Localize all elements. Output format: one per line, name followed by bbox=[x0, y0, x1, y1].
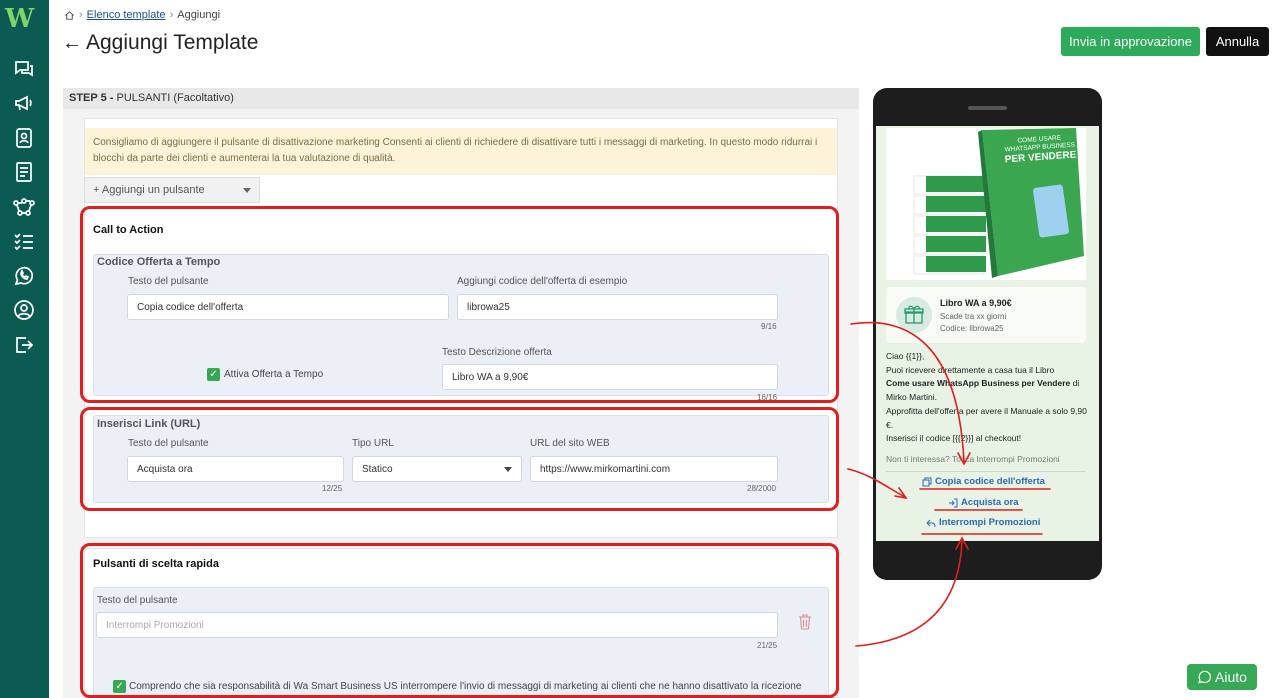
app-logo[interactable]: W bbox=[5, 6, 43, 32]
msg-line: Puoi ricevere direttamente a casa tua il… bbox=[886, 364, 1055, 375]
chat-icon[interactable] bbox=[12, 57, 36, 81]
flow-icon[interactable] bbox=[12, 195, 36, 219]
breadcrumb-separator: › bbox=[169, 9, 174, 21]
megaphone-icon[interactable] bbox=[12, 91, 36, 115]
page-title-text: Aggiungi Template bbox=[86, 31, 259, 54]
add-button-dropdown[interactable]: + Aggiungi un pulsante bbox=[84, 177, 260, 203]
step-header: STEP 5 - PULSANTI (Facoltativo) bbox=[63, 88, 859, 109]
msg-line: di bbox=[1070, 378, 1080, 389]
step-name: PULSANTI (Facoltativo) bbox=[116, 92, 234, 104]
help-button[interactable]: Aiuto bbox=[1187, 664, 1257, 690]
sidebar: W bbox=[0, 0, 49, 698]
msg-optout: Non ti interessa? Tocca Interrompi Promo… bbox=[886, 453, 1060, 464]
msg-line: Ciao {{1}}, bbox=[886, 351, 925, 361]
offer-expiry: Scade tra xx giorni bbox=[940, 312, 1007, 321]
submit-approval-button[interactable]: Invia in approvazione bbox=[1061, 27, 1200, 56]
external-link-icon bbox=[949, 498, 958, 507]
breadcrumb-current: Aggiungi bbox=[177, 9, 221, 21]
cancel-button[interactable]: Annulla bbox=[1206, 27, 1269, 56]
preview-copy-code-button[interactable]: Copia codice dell'offerta bbox=[922, 476, 1045, 487]
preview-buy-now-button[interactable]: Acquista ora bbox=[948, 497, 1019, 508]
breadcrumb-parent[interactable]: Elenco template bbox=[87, 9, 166, 21]
template-icon[interactable] bbox=[12, 160, 36, 184]
preview-stop-promo-button[interactable]: Interrompi Promozioni bbox=[926, 517, 1040, 528]
msg-line: Mirko Martini. bbox=[886, 392, 938, 403]
message-body: Ciao {{1}}, Puoi ricevere direttamente a… bbox=[886, 350, 1092, 467]
page-title: ← Aggiungi Template bbox=[62, 31, 258, 55]
annotation-box-cta bbox=[80, 206, 839, 403]
chevron-down-icon bbox=[243, 188, 251, 193]
logout-icon[interactable] bbox=[12, 333, 36, 357]
button-separator bbox=[886, 471, 1086, 472]
help-label: Aiuto bbox=[1215, 669, 1247, 685]
profile-icon[interactable] bbox=[12, 298, 36, 322]
breadcrumb-separator: › bbox=[79, 9, 83, 21]
preview-stop-promo-label: Interrompi Promozioni bbox=[939, 517, 1041, 528]
msg-bold: Come usare WhatsApp Business per Vendere bbox=[886, 378, 1071, 389]
back-arrow-icon[interactable]: ← bbox=[62, 32, 82, 55]
preview-buy-now-label: Acquista ora bbox=[961, 497, 1019, 508]
gift-icon bbox=[896, 297, 932, 333]
msg-line: Inserisci il codice [{{2}}] al checkout! bbox=[886, 433, 1022, 444]
copy-icon bbox=[922, 477, 932, 486]
step-number: STEP 5 - bbox=[69, 92, 114, 104]
home-icon[interactable] bbox=[64, 10, 75, 21]
checklist-icon[interactable] bbox=[12, 229, 36, 253]
reply-icon bbox=[926, 519, 936, 527]
add-button-label: + Aggiungi un pulsante bbox=[93, 184, 205, 196]
offer-title: Libro WA a 9,90€ bbox=[940, 298, 1012, 308]
whatsapp-icon[interactable] bbox=[12, 264, 36, 288]
contacts-icon[interactable] bbox=[12, 126, 36, 150]
optout-notice: Consigliamo di aggiungere il pulsante di… bbox=[85, 128, 837, 175]
annotation-box-quick bbox=[80, 543, 839, 698]
phone-speaker bbox=[968, 106, 1007, 110]
book-image: COME USARE WHATSAPP BUSINESS PER VENDERE bbox=[886, 128, 1086, 280]
preview-copy-code-label: Copia codice dell'offerta bbox=[935, 476, 1045, 487]
whatsapp-icon bbox=[1198, 670, 1211, 684]
breadcrumb: › Elenco template › Aggiungi bbox=[64, 9, 220, 21]
msg-line: Approfitta dell'offerta per avere il Man… bbox=[886, 405, 1087, 430]
offer-code: Codice: librowa25 bbox=[940, 324, 1004, 333]
annotation-box-link bbox=[80, 407, 839, 511]
